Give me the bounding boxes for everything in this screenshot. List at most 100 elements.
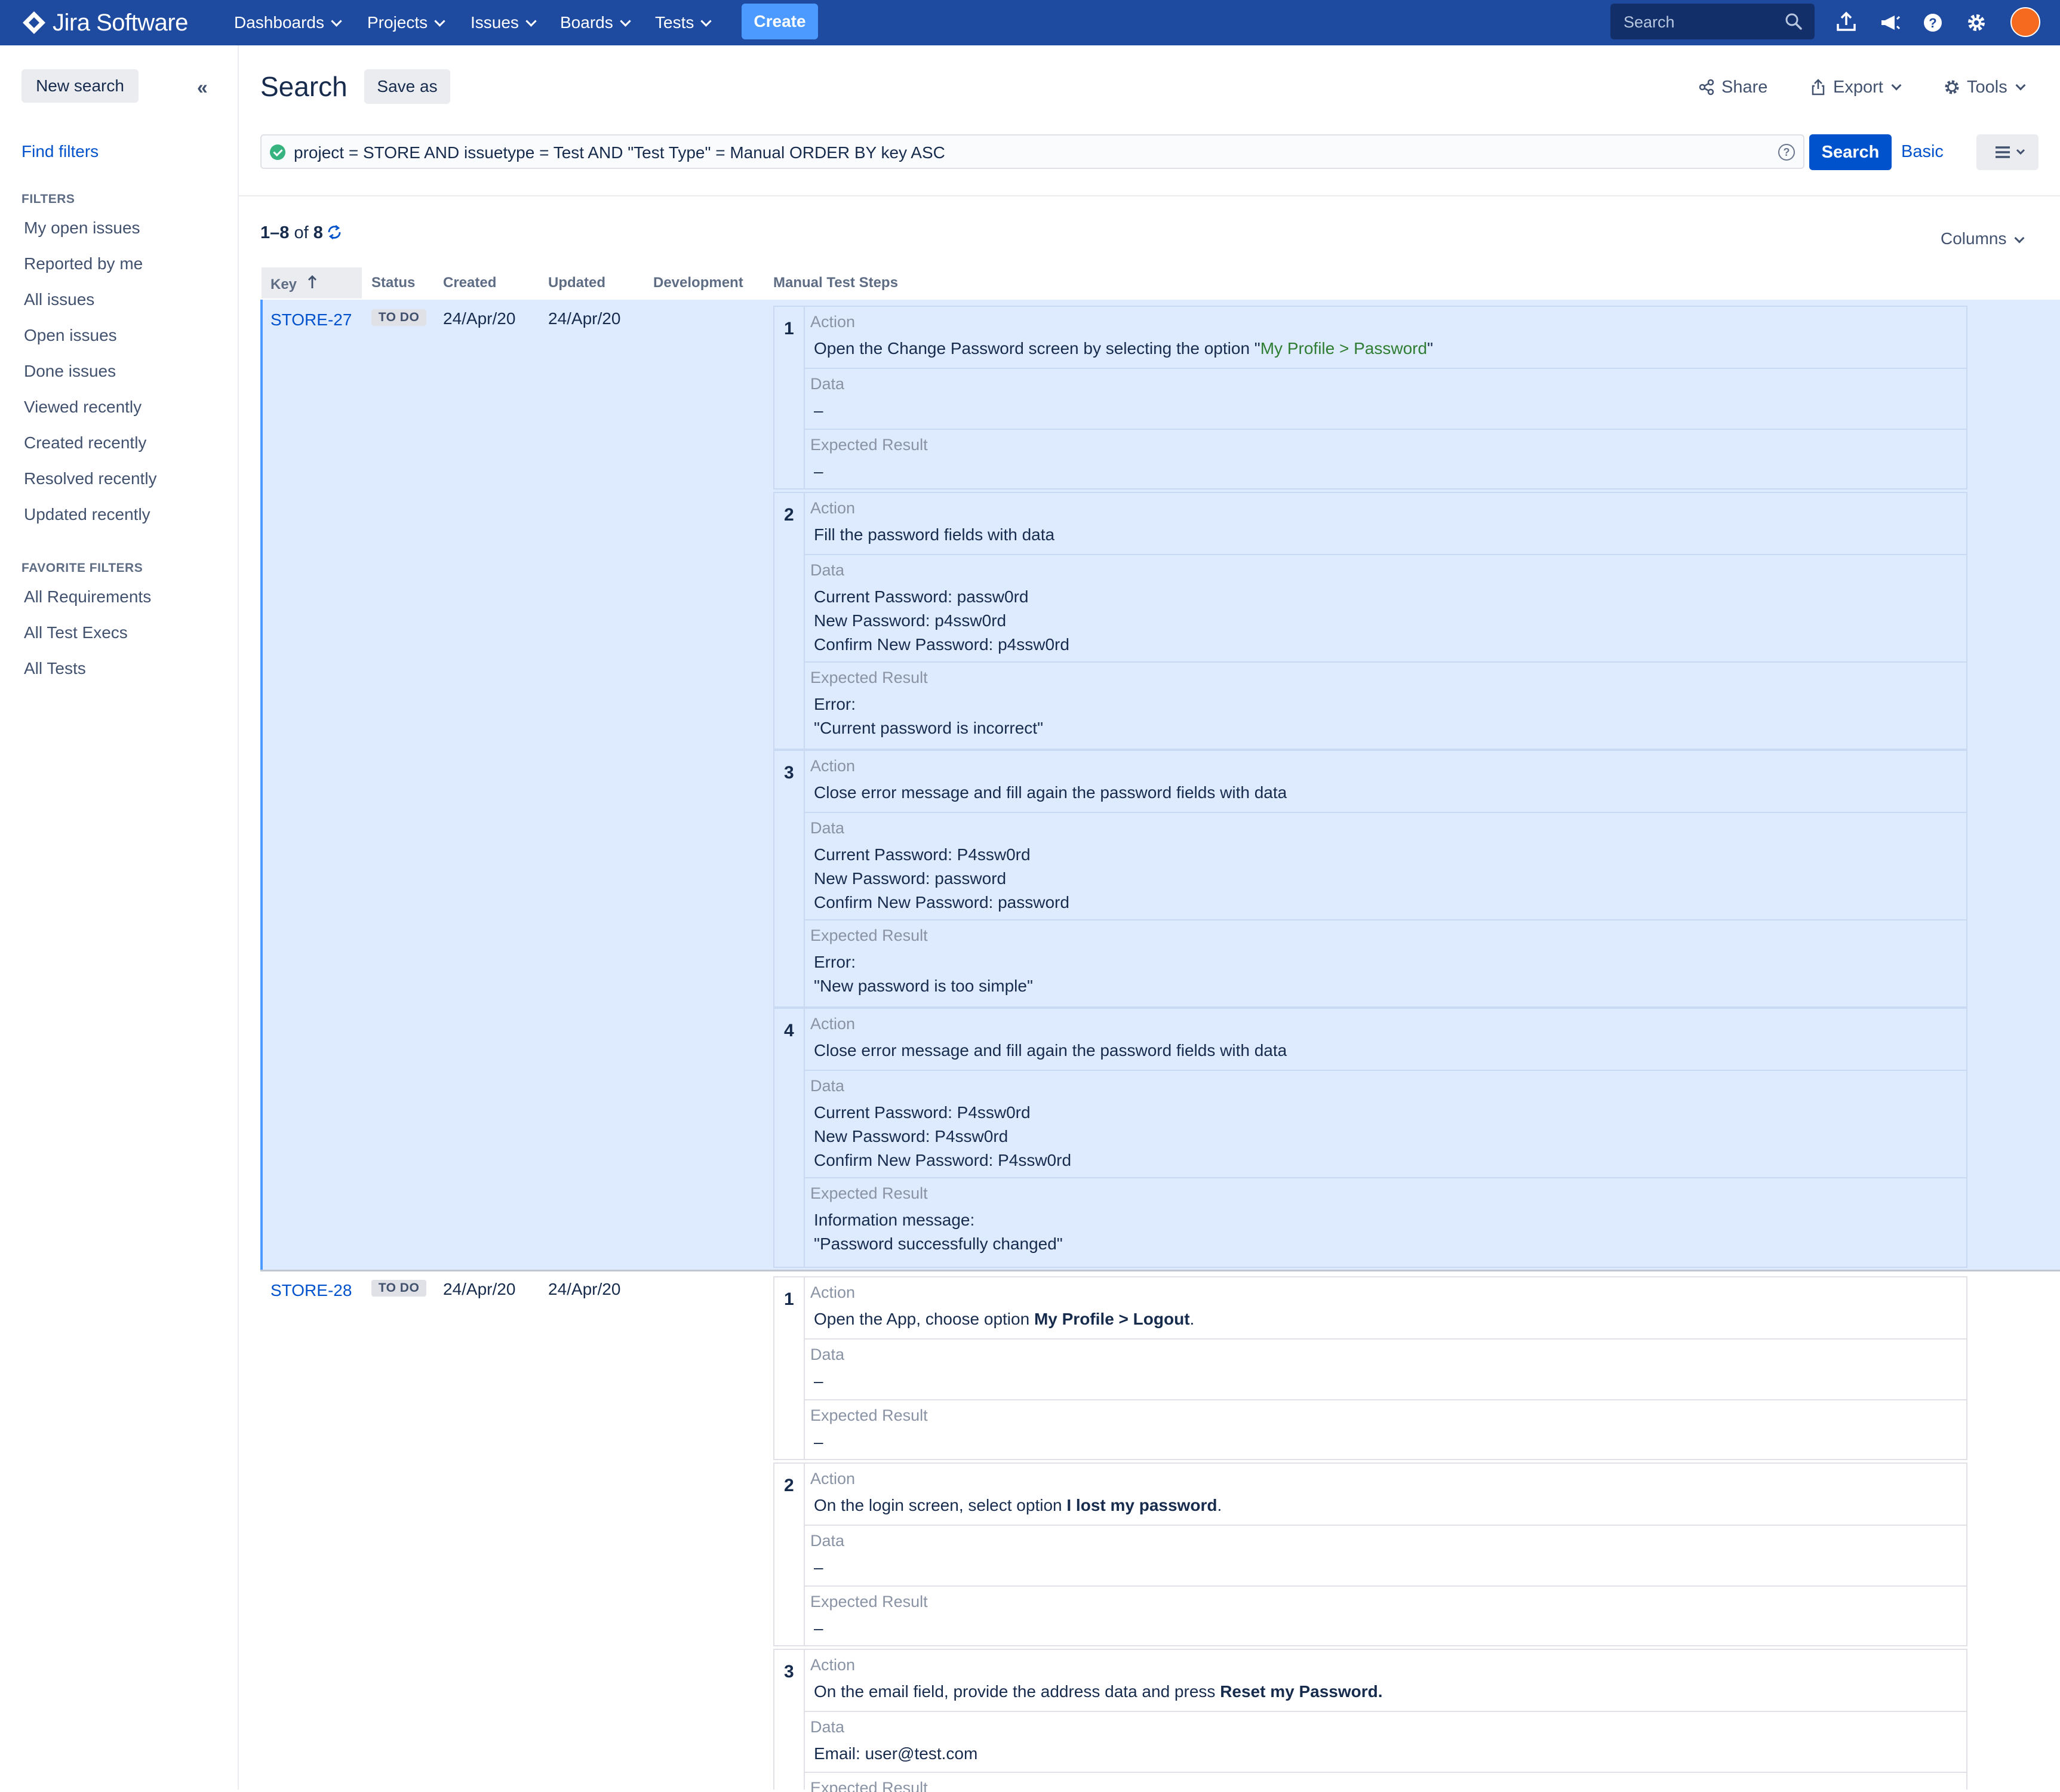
valid-query-check-icon	[270, 144, 285, 160]
step-action: Action Open the Change Password screen b…	[810, 313, 1434, 358]
nav-dashboards[interactable]: Dashboards	[234, 0, 342, 45]
nav-boards[interactable]: Boards	[560, 0, 631, 45]
export-button[interactable]: Export	[1809, 70, 1902, 104]
filter-viewed-recently[interactable]: Viewed recently	[24, 398, 142, 417]
favorite-all-requirements[interactable]: All Requirements	[24, 587, 151, 606]
created-date: 24/Apr/20	[443, 1280, 516, 1298]
step-expected-result: Expected Result	[805, 1772, 1966, 1792]
refresh-icon[interactable]	[325, 223, 343, 241]
step-number: 1	[784, 1289, 794, 1309]
step-data: Data –	[805, 1525, 1966, 1587]
step-number: 1	[784, 319, 794, 338]
create-button[interactable]: Create	[742, 4, 818, 39]
chevron-down-icon	[331, 15, 342, 27]
filter-all-issues[interactable]: All issues	[24, 290, 94, 309]
header-divider	[238, 195, 2060, 196]
columns-dropdown[interactable]: Columns	[1941, 229, 2025, 248]
step-action: Action Fill the password fields with dat…	[810, 499, 1055, 544]
tools-button[interactable]: Tools	[1943, 70, 2026, 104]
status-badge: TO DO	[371, 309, 426, 326]
step-expected-result: Expected Result Error: "New password is …	[805, 919, 1966, 1008]
jira-logo[interactable]: Jira Software	[21, 7, 188, 38]
step-data: Data –	[805, 368, 1966, 430]
nav-issues[interactable]: Issues	[471, 0, 537, 45]
jira-diamond-icon	[23, 11, 45, 34]
step-expected-result: Expected Result –	[805, 1399, 1966, 1460]
gear-icon	[1945, 80, 1959, 94]
column-header-key[interactable]: Key	[270, 275, 318, 293]
step-number: 2	[784, 505, 794, 525]
step-number: 2	[784, 1476, 794, 1495]
search-icon	[1785, 13, 1802, 30]
nav-projects[interactable]: Projects	[367, 0, 445, 45]
collapse-sidebar-icon[interactable]: «	[197, 78, 208, 97]
step-data: Data Email: user@test.com	[805, 1711, 1966, 1773]
page-title: Search	[260, 71, 348, 102]
favorite-all-test-execs[interactable]: All Test Execs	[24, 623, 128, 642]
chevron-down-icon	[434, 15, 445, 27]
global-search-input[interactable]: Search	[1610, 4, 1815, 39]
new-search-button[interactable]: New search	[21, 69, 139, 103]
chevron-down-icon	[2015, 80, 2026, 91]
test-step: 3 Action Close error message and fill ag…	[773, 750, 1967, 1008]
favorite-all-tests[interactable]: All Tests	[24, 659, 86, 678]
step-action: Action Close error message and fill agai…	[810, 1015, 1287, 1060]
sort-ascending-icon	[308, 275, 316, 288]
filter-reported-by-me[interactable]: Reported by me	[24, 254, 143, 273]
favorite-filters-heading: FAVORITE FILTERS	[21, 561, 143, 575]
nav-tests[interactable]: Tests	[655, 0, 712, 45]
profile-password-link[interactable]: My Profile > Password	[1260, 339, 1427, 358]
list-view-icon	[1996, 146, 2025, 158]
column-header-development[interactable]: Development	[653, 275, 743, 291]
test-step: 2 Action On the login screen, select opt…	[773, 1462, 1967, 1646]
help-icon[interactable]: ?	[1920, 10, 1946, 36]
test-step: 4 Action Close error message and fill ag…	[773, 1008, 1967, 1268]
filter-done-issues[interactable]: Done issues	[24, 362, 116, 381]
step-data: Data Current Password: passw0rd New Pass…	[805, 554, 1966, 663]
step-action: Action Close error message and fill agai…	[810, 757, 1287, 802]
find-filters-link[interactable]: Find filters	[21, 142, 99, 161]
test-step: 2 Action Fill the password fields with d…	[773, 492, 1967, 750]
column-header-updated[interactable]: Updated	[548, 275, 605, 291]
filters-heading: FILTERS	[21, 192, 75, 206]
issue-key-link[interactable]: STORE-28	[270, 1281, 352, 1300]
status-badge: TO DO	[371, 1280, 426, 1297]
step-expected-result: Expected Result –	[805, 1585, 1966, 1646]
logo-text: Jira Software	[53, 9, 188, 36]
export-icon	[1812, 79, 1825, 96]
announcement-icon[interactable]	[1877, 10, 1903, 36]
step-number: 3	[784, 763, 794, 783]
step-data: Data –	[805, 1338, 1966, 1400]
share-button[interactable]: Share	[1698, 70, 1767, 104]
step-number: 4	[784, 1021, 794, 1040]
step-expected-result: Expected Result Error: "Current password…	[805, 661, 1966, 750]
column-header-status[interactable]: Status	[371, 275, 415, 291]
basic-search-link[interactable]: Basic	[1901, 142, 1944, 162]
column-header-manual-test-steps[interactable]: Manual Test Steps	[773, 275, 898, 291]
step-action: Action Open the App, choose option My Pr…	[810, 1283, 1195, 1328]
step-number: 3	[784, 1662, 794, 1682]
step-data: Data Current Password: P4ssw0rd New Pass…	[805, 1070, 1966, 1178]
filter-updated-recently[interactable]: Updated recently	[24, 505, 150, 524]
user-avatar[interactable]	[2010, 7, 2040, 37]
updated-date: 24/Apr/20	[548, 309, 621, 328]
issue-key-link[interactable]: STORE-27	[270, 310, 352, 330]
save-as-button[interactable]: Save as	[364, 69, 450, 104]
upload-icon[interactable]	[1833, 10, 1859, 36]
filter-open-issues[interactable]: Open issues	[24, 326, 117, 345]
jql-help-icon[interactable]: ?	[1778, 144, 1795, 161]
step-expected-result: Expected Result Information message: "Pa…	[805, 1177, 1966, 1268]
updated-date: 24/Apr/20	[548, 1280, 621, 1298]
filter-resolved-recently[interactable]: Resolved recently	[24, 469, 157, 488]
step-expected-result: Expected Result –	[805, 429, 1966, 489]
settings-icon[interactable]	[1963, 10, 1990, 36]
jql-query-input[interactable]: project = STORE AND issuetype = Test AND…	[260, 134, 1804, 169]
test-step: 1 Action Open the App, choose option My …	[773, 1276, 1967, 1460]
filter-my-open-issues[interactable]: My open issues	[24, 218, 140, 238]
share-icon	[1699, 79, 1714, 96]
column-header-created[interactable]: Created	[443, 275, 496, 291]
search-button[interactable]: Search	[1809, 134, 1892, 170]
chevron-down-icon	[2014, 233, 2025, 244]
filter-created-recently[interactable]: Created recently	[24, 433, 146, 452]
view-options-button[interactable]	[1976, 134, 2039, 170]
